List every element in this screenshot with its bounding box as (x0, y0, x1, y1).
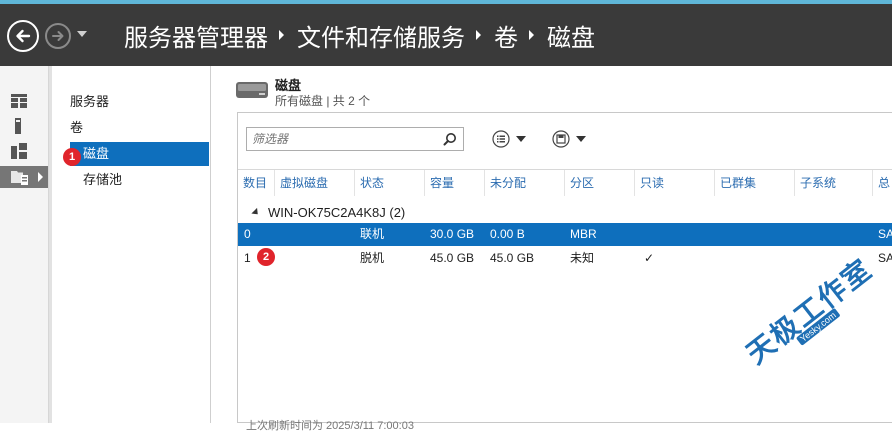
annotation-badge-1: 1 (63, 148, 81, 166)
nav-item-servers[interactable]: 服务器 (70, 90, 209, 114)
annotation-badge-2: 2 (257, 248, 275, 266)
file-storage-icon (11, 171, 28, 185)
breadcrumb-file-storage[interactable]: 文件和存储服务 (297, 18, 465, 53)
column-header-subsystem[interactable]: 子系统 (794, 170, 872, 196)
save-icon (552, 130, 570, 148)
cell-clustered (714, 223, 720, 246)
column-header-bus[interactable]: 总 (872, 170, 892, 196)
cell-status: 脱机 (360, 251, 385, 265)
cell-status: 联机 (360, 227, 385, 241)
column-header-number[interactable]: 数目 (238, 170, 274, 196)
cell-subsystem (794, 223, 800, 246)
cell-virtual-disk (274, 223, 280, 246)
column-header-capacity[interactable]: 容量 (424, 170, 484, 196)
cell-number: 0 (244, 227, 251, 241)
cell-unallocated: 45.0 GB (490, 251, 535, 265)
cell-subsystem (794, 247, 800, 270)
search-icon[interactable] (443, 132, 457, 146)
cell-readonly (634, 223, 640, 246)
filter-box (246, 127, 464, 151)
filter-input[interactable] (247, 128, 437, 150)
expand-arrow-icon (38, 172, 43, 182)
table-row[interactable]: 0 联机 30.0 GB 0.00 B MBR SA (238, 223, 892, 246)
column-headers: 数目 虚拟磁盘 状态 容量 未分配 分区 只读 已群集 子系统 总 (238, 170, 892, 196)
cell-bus: SA (878, 251, 892, 265)
nav-item-volumes[interactable]: 卷 (70, 116, 209, 140)
cell-bus: SA (878, 227, 892, 241)
nav-item-disks[interactable]: 磁盘 (70, 142, 209, 166)
sidebar-item-all-servers[interactable] (0, 140, 48, 162)
section-subtitle: 所有磁盘 | 共 2 个 (275, 94, 371, 108)
column-header-unallocated[interactable]: 未分配 (484, 170, 564, 196)
list-options-button[interactable] (492, 127, 526, 151)
cell-partition: MBR (570, 227, 597, 241)
title-bar: 服务器管理器 文件和存储服务 卷 磁盘 (0, 4, 892, 66)
breadcrumb-separator-icon (279, 30, 284, 40)
column-header-virtual-disk[interactable]: 虚拟磁盘 (274, 170, 354, 196)
save-options-button[interactable] (552, 127, 586, 151)
table-row[interactable]: 1 脱机 45.0 GB 45.0 GB 未知 ✓ SA (238, 247, 892, 270)
cell-number: 1 (244, 251, 251, 265)
list-options-dropdown-icon (516, 136, 526, 142)
history-dropdown-icon[interactable] (77, 31, 87, 37)
server-group-header[interactable]: WIN-OK75C2A4K8J (2) (251, 205, 406, 220)
breadcrumb: 服务器管理器 文件和存储服务 卷 磁盘 (124, 17, 595, 53)
icon-sidebar (0, 66, 49, 423)
breadcrumb-separator-icon (529, 30, 534, 40)
disk-drive-icon (236, 82, 268, 98)
column-header-partition[interactable]: 分区 (564, 170, 634, 196)
cell-virtual-disk (274, 247, 280, 270)
cell-partition: 未知 (570, 251, 595, 265)
column-header-clustered[interactable]: 已群集 (714, 170, 794, 196)
last-refresh-text: 上次刷新时间为 2025/3/11 7:00:03 (246, 420, 414, 432)
breadcrumb-server-manager[interactable]: 服务器管理器 (124, 18, 268, 53)
breadcrumb-volumes[interactable]: 卷 (494, 18, 518, 53)
cell-capacity: 30.0 GB (430, 227, 475, 241)
collapse-arrow-icon[interactable] (251, 207, 261, 218)
cell-capacity: 45.0 GB (430, 251, 475, 265)
local-server-icon (15, 118, 21, 134)
sidebar-item-file-storage[interactable] (0, 166, 48, 188)
sidebar-item-local-server[interactable] (0, 115, 48, 137)
forward-arrow-icon (52, 31, 64, 41)
navigation-pane: 服务器 卷 磁盘 存储池 (52, 66, 211, 423)
back-arrow-icon (16, 29, 31, 43)
save-options-dropdown-icon (576, 136, 586, 142)
column-header-readonly[interactable]: 只读 (634, 170, 714, 196)
forward-button[interactable] (45, 23, 71, 49)
all-servers-icon (11, 143, 27, 159)
sidebar-item-dashboard[interactable] (0, 90, 48, 112)
back-button[interactable] (7, 20, 39, 52)
list-options-icon (492, 130, 510, 148)
breadcrumb-separator-icon (476, 30, 481, 40)
cell-readonly: ✓ (644, 251, 655, 265)
cell-unallocated: 0.00 B (490, 227, 525, 241)
cell-clustered (714, 247, 720, 270)
server-group-label: WIN-OK75C2A4K8J (2) (268, 205, 406, 220)
dashboard-grid-icon (11, 94, 27, 108)
breadcrumb-disks: 磁盘 (547, 24, 595, 52)
column-header-status[interactable]: 状态 (354, 170, 424, 196)
nav-item-storage-pools[interactable]: 存储池 (70, 168, 209, 192)
